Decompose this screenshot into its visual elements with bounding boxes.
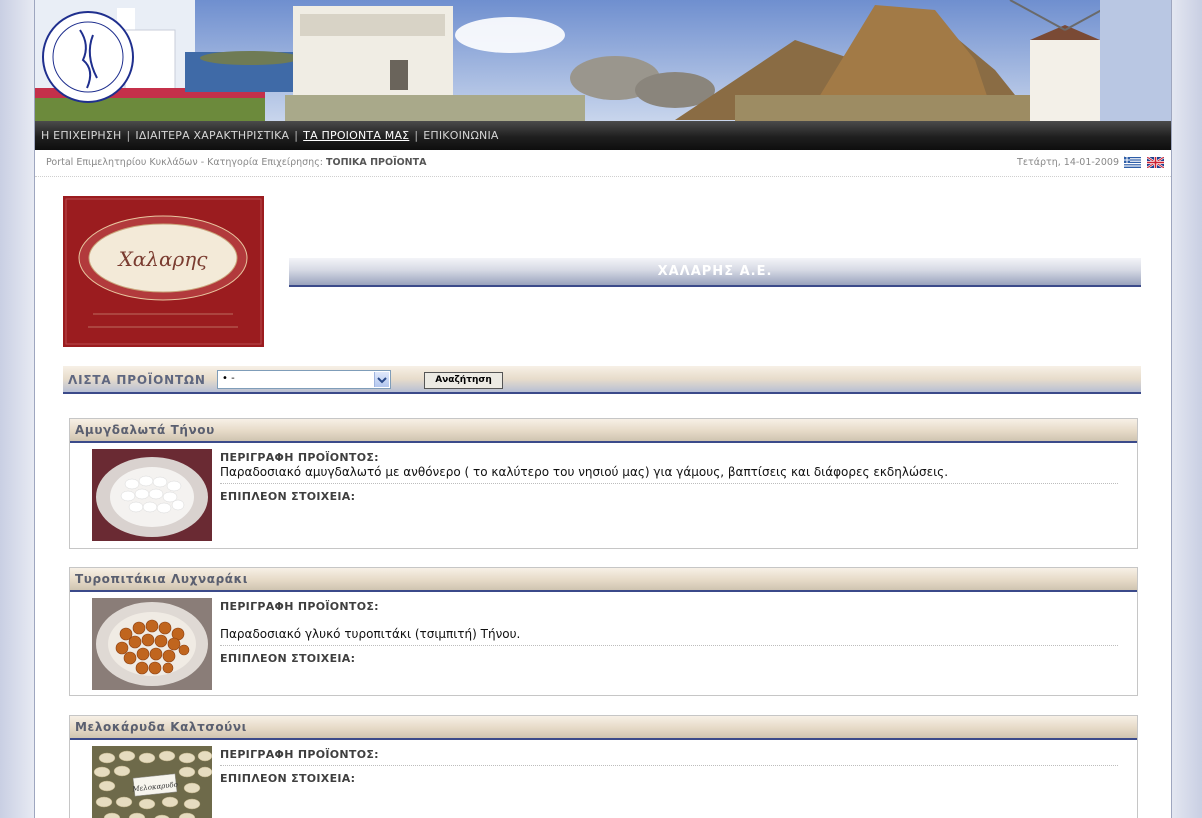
chevron-down-icon[interactable] — [374, 372, 389, 387]
company-logo: Χαλαρης — [63, 196, 264, 347]
breadcrumb-category[interactable]: ΤΟΠΙΚΑ ΠΡΟΪΟΝΤΑ — [326, 157, 426, 168]
product-info: ΠΕΡΙΓΡΑΦΗ ΠΡΟΪΟΝΤΟΣ: Παραδοσιακό αμυγδαλ… — [220, 451, 1118, 503]
product-select[interactable]: • - — [217, 370, 391, 389]
company-name: ΧΑΛΑΡΗΣ Α.Ε. — [657, 264, 773, 279]
main-nav: Η ΕΠΙΧΕΙΡΗΣΗ | ΙΔΙΑΙΤΕΡΑ ΧΑΡΑΚΤΗΡΙΣΤΙΚΑ … — [35, 121, 1171, 150]
product-description: Παραδοσιακό γλυκό τυροπιτάκι (τσιμπιτή) … — [220, 627, 521, 641]
nav-separator: | — [294, 129, 299, 142]
product-title[interactable]: Μελοκάρυδα Καλτσούνι — [70, 716, 1137, 738]
walnut-sweets-photo: Μελοκαρυδο — [92, 746, 212, 818]
breadcrumb: Portal Επιμελητηρίου Κυκλάδων - Κατηγορί… — [46, 157, 426, 168]
product-title[interactable]: Αμυγδαλωτά Τήνου — [70, 419, 1137, 441]
product-title[interactable]: Τυροπιτάκια Λυχναράκι — [70, 568, 1137, 590]
logo-brand-text: Χαλαρης — [117, 247, 209, 271]
product-card-header: Αμυγδαλωτά Τήνου — [70, 419, 1137, 443]
search-button[interactable]: Αναζήτηση — [424, 372, 503, 389]
nav-separator: | — [126, 129, 131, 142]
nav-item-business[interactable]: Η ΕΠΙΧΕΙΡΗΣΗ — [41, 129, 122, 142]
product-select-value: • - — [222, 373, 235, 384]
divider — [220, 645, 1118, 646]
uk-flag-icon[interactable] — [1147, 157, 1164, 168]
breadcrumb-prefix: Portal Επιμελητηρίου Κυκλάδων - Κατηγορί… — [46, 157, 323, 168]
product-info: ΠΕΡΙΓΡΑΦΗ ΠΡΟΪΟΝΤΟΣ: Παραδοσιακό γλυκό τ… — [220, 600, 1118, 665]
page-container: Η ΕΠΙΧΕΙΡΗΣΗ | ΙΔΙΑΙΤΕΡΑ ΧΑΡΑΚΤΗΡΙΣΤΙΚΑ … — [34, 0, 1172, 818]
product-info: ΠΕΡΙΓΡΑΦΗ ΠΡΟΪΟΝΤΟΣ: ΕΠΙΠΛΕΟΝ ΣΤΟΙΧΕΙΑ: — [220, 748, 1118, 785]
product-card: Μελοκάρυδα Καλτσούνι Μελοκαρυδο ΠΕΡΙΓΡΑΦ… — [69, 715, 1138, 818]
description-label: ΠΕΡΙΓΡΑΦΗ ΠΡΟΪΟΝΤΟΣ: — [220, 451, 379, 464]
product-card: Τυροπιτάκια Λυχναράκι ΠΕΡΙΓΡΑΦΗ ΠΡΟΪΟΝΤΟ… — [69, 567, 1138, 696]
almond-sweets-photo — [92, 449, 212, 541]
product-description: Παραδοσιακό αμυγδαλωτό με ανθόνερο ( το … — [220, 465, 949, 479]
header-banner — [35, 0, 1171, 121]
product-card: Αμυγδαλωτά Τήνου ΠΕΡΙΓΡΑΦΗ ΠΡΟΪΟΝΤΟΣ: Πα… — [69, 418, 1138, 549]
product-card-header: Μελοκάρυδα Καλτσούνι — [70, 716, 1137, 740]
description-label: ΠΕΡΙΓΡΑΦΗ ΠΡΟΪΟΝΤΟΣ: — [220, 600, 379, 613]
portal-info-bar: Portal Επιμελητηρίου Κυκλάδων - Κατηγορί… — [35, 150, 1171, 177]
banner-landscape-image — [35, 0, 1171, 121]
extra-info-label: ΕΠΙΠΛΕΟΝ ΣΤΟΙΧΕΙΑ: — [220, 490, 356, 503]
current-date: Τετάρτη, 14-01-2009 — [1017, 157, 1119, 168]
description-label: ΠΕΡΙΓΡΑΦΗ ΠΡΟΪΟΝΤΟΣ: — [220, 748, 379, 761]
company-title-bar: ΧΑΛΑΡΗΣ Α.Ε. — [289, 258, 1141, 287]
product-search-bar: ΛΙΣΤΑ ΠΡΟΪΟΝΤΩΝ • - Αναζήτηση — [63, 366, 1141, 394]
product-list-label: ΛΙΣΤΑ ΠΡΟΪΟΝΤΩΝ — [68, 373, 206, 387]
greek-flag-icon[interactable] — [1124, 157, 1141, 168]
extra-info-label: ΕΠΙΠΛΕΟΝ ΣΤΟΙΧΕΙΑ: — [220, 652, 356, 665]
divider — [220, 483, 1118, 484]
product-card-header: Τυροπιτάκια Λυχναράκι — [70, 568, 1137, 592]
nav-item-products[interactable]: ΤΑ ΠΡΟΙΟΝΤΑ ΜΑΣ — [303, 129, 409, 142]
nav-item-contact[interactable]: ΕΠΙΚΟΙΝΩΝΙΑ — [423, 129, 498, 142]
divider — [220, 765, 1118, 766]
nav-separator: | — [414, 129, 419, 142]
cheese-pies-photo — [92, 598, 212, 690]
extra-info-label: ΕΠΙΠΛΕΟΝ ΣΤΟΙΧΕΙΑ: — [220, 772, 356, 785]
nav-item-features[interactable]: ΙΔΙΑΙΤΕΡΑ ΧΑΡΑΚΤΗΡΙΣΤΙΚΑ — [135, 129, 289, 142]
